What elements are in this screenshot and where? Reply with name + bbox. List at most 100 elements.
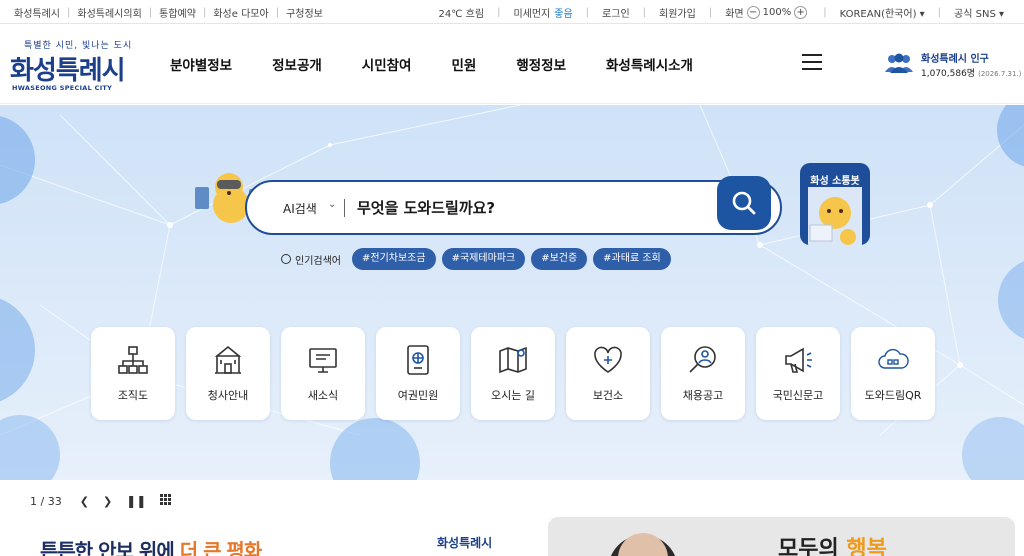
utility-right: 24℃ 흐림 | 미세먼지 좋음 | 로그인 | 회원가입 | 화면 − 100%… — [433, 0, 1010, 24]
next-slide-button[interactable]: ❯ — [103, 495, 112, 508]
zoom-control: 화면 − 100% + — [725, 5, 810, 20]
ai-search-box[interactable]: AI검색 ⌄ 무엇을 도와드릴까요? — [245, 176, 782, 235]
quick-link-qr[interactable]: 도와드림QR — [851, 327, 935, 420]
health-heart-icon — [594, 346, 622, 373]
keyword-tag[interactable]: #과태료 조회 — [593, 248, 671, 270]
logo-english: HWASEONG SPECIAL CITY — [12, 84, 113, 92]
weather-status: 24℃ 흐림 — [438, 8, 485, 20]
search-icon — [732, 191, 756, 215]
quick-links: 조직도 청사안내 새소식 여권민원 오시는 길 보건소 채용공고 국민신문고 도… — [91, 327, 946, 420]
main-navigation: 분야별정보 정보공개 시민참여 민원 행정정보 화성특례시소개 — [170, 24, 733, 104]
divider: | — [202, 6, 207, 18]
family-site-links: 화성특례시 | 화성특례시의회 | 통합예약 | 화성e 다모아 | 구청정보 — [14, 0, 323, 24]
banner-right-headline-a: 모두의 — [778, 537, 847, 556]
quick-link-sinmungo[interactable]: 국민신문고 — [756, 327, 840, 420]
login-link[interactable]: 로그인 — [602, 5, 630, 20]
megaphone-icon — [785, 347, 812, 373]
language-select[interactable]: KOREAN(한국어) ▾ — [840, 5, 925, 20]
clock-icon — [281, 254, 291, 264]
sns-dropdown[interactable]: 공식 SNS ▾ — [954, 5, 1004, 20]
nav-info-disclosure[interactable]: 정보공개 — [272, 54, 322, 74]
quick-link-health-center[interactable]: 보건소 — [566, 327, 650, 420]
promo-banner-right[interactable]: 모두의 행복 — [548, 517, 1015, 556]
search-input[interactable]: 무엇을 도와드릴까요? — [357, 197, 495, 218]
grid-view-button[interactable] — [160, 494, 172, 508]
slide-separator: / — [40, 494, 45, 508]
divider: | — [937, 6, 942, 18]
chatbot-button[interactable]: 화성 소통봇 — [800, 163, 870, 245]
chatbot-mascot-icon — [808, 187, 862, 245]
quick-link-label: 여권민원 — [397, 389, 439, 402]
prev-slide-button[interactable]: ❮ — [80, 495, 89, 508]
banner-right-headline-b: 행복 — [846, 537, 887, 556]
passport-icon — [407, 345, 429, 375]
quick-link-directions[interactable]: 오시는 길 — [471, 327, 555, 420]
divider: | — [275, 6, 280, 18]
fine-dust-value: 좋음 — [554, 8, 573, 20]
quick-link-recruit[interactable]: 채용공고 — [661, 327, 745, 420]
quick-link-label: 도와드림QR — [864, 389, 922, 402]
link-hwaseong-city[interactable]: 화성특례시 — [14, 5, 60, 20]
divider: | — [67, 6, 71, 18]
menu-icon[interactable] — [802, 54, 822, 70]
cloud-qr-icon — [878, 348, 909, 369]
chatbot-title: 화성 소통봇 — [810, 176, 860, 187]
pause-button[interactable]: ❚❚ — [126, 494, 146, 508]
chevron-down-icon: ⌄ — [328, 199, 337, 210]
nav-civil-service[interactable]: 민원 — [451, 54, 476, 74]
grid-icon — [160, 494, 172, 505]
divider: | — [823, 6, 827, 18]
join-link[interactable]: 회원가입 — [659, 5, 696, 20]
quick-link-label: 국민신문고 — [772, 389, 824, 402]
quick-link-label: 보건소 — [592, 389, 624, 402]
zoom-out-button[interactable]: − — [746, 5, 760, 19]
divider: | — [708, 6, 713, 18]
slide-counter: 1 / 33 — [30, 495, 62, 508]
slide-current: 1 — [30, 494, 37, 508]
link-reservation[interactable]: 통합예약 — [159, 5, 196, 20]
site-header: 특별한 시민, 빛나는 도시 화성특례시 HWASEONG SPECIAL CI… — [0, 24, 1024, 104]
nav-admin-info[interactable]: 행정정보 — [516, 54, 566, 74]
promo-banner-left[interactable]: 튼튼한 안보 위에 더 큰 평화 화성특례시 — [0, 520, 540, 556]
quick-link-news[interactable]: 새소식 — [281, 327, 365, 420]
popular-keywords: 인기검색어 #전기차보조금 #국제테마파크 #보건증 #과태료 조회 — [281, 248, 677, 270]
fine-dust-label: 미세먼지 — [513, 8, 551, 20]
slide-total: 33 — [47, 494, 62, 508]
banner-slider-controls: 1 / 33 ❮ ❯ ❚❚ — [30, 494, 172, 508]
zoom-in-button[interactable]: + — [794, 5, 808, 19]
search-button[interactable] — [717, 176, 771, 230]
link-city-council[interactable]: 화성특례시의회 — [77, 5, 141, 20]
site-logo[interactable]: 특별한 시민, 빛나는 도시 화성특례시 HWASEONG SPECIAL CI… — [10, 38, 140, 94]
population-widget: 화성특례시 인구 1,070,586명 (2026.7.31.) — [884, 46, 1024, 86]
population-date: (2026.7.31.) — [978, 70, 1022, 78]
quick-link-building[interactable]: 청사안내 — [186, 327, 270, 420]
quick-link-org-chart[interactable]: 조직도 — [91, 327, 175, 420]
search-mode-select[interactable]: AI검색 — [283, 200, 317, 217]
quick-link-passport[interactable]: 여권민원 — [376, 327, 460, 420]
divider — [344, 199, 345, 217]
banner-logo: 화성특례시 — [437, 536, 493, 550]
population-value: 1,070,586명 — [921, 69, 976, 79]
network-background — [0, 105, 1024, 480]
nav-participation[interactable]: 시민참여 — [362, 54, 412, 74]
population-count: 1,070,586명 (2026.7.31.) — [921, 66, 1021, 79]
utility-bar: 화성특례시 | 화성특례시의회 | 통합예약 | 화성e 다모아 | 구청정보 … — [0, 0, 1024, 24]
banner-headline-b: 더 큰 평화 — [179, 539, 263, 556]
hero-section: AI검색 ⌄ 무엇을 도와드릴까요? 화성 소통봇 인기검색어 #전기차보조금 … — [0, 105, 1024, 480]
nav-field-info[interactable]: 분야별정보 — [170, 54, 232, 74]
nav-city-intro[interactable]: 화성특례시소개 — [606, 54, 693, 74]
map-icon — [499, 346, 527, 374]
popular-label-text: 인기검색어 — [295, 255, 341, 267]
link-damoa[interactable]: 화성e 다모아 — [213, 5, 268, 20]
keyword-tag[interactable]: #보건증 — [531, 248, 588, 270]
keyword-tag[interactable]: #국제테마파크 — [441, 248, 526, 270]
banner-person-face — [618, 533, 668, 556]
keyword-tag[interactable]: #전기차보조금 — [352, 248, 436, 270]
divider: | — [585, 6, 590, 18]
divider: | — [148, 6, 153, 18]
population-title: 화성특례시 인구 — [921, 54, 989, 65]
fine-dust-status: 미세먼지 좋음 — [513, 5, 572, 20]
link-district-info[interactable]: 구청정보 — [286, 5, 323, 20]
quick-link-label: 청사안내 — [207, 389, 249, 402]
monitor-news-icon — [309, 348, 337, 373]
